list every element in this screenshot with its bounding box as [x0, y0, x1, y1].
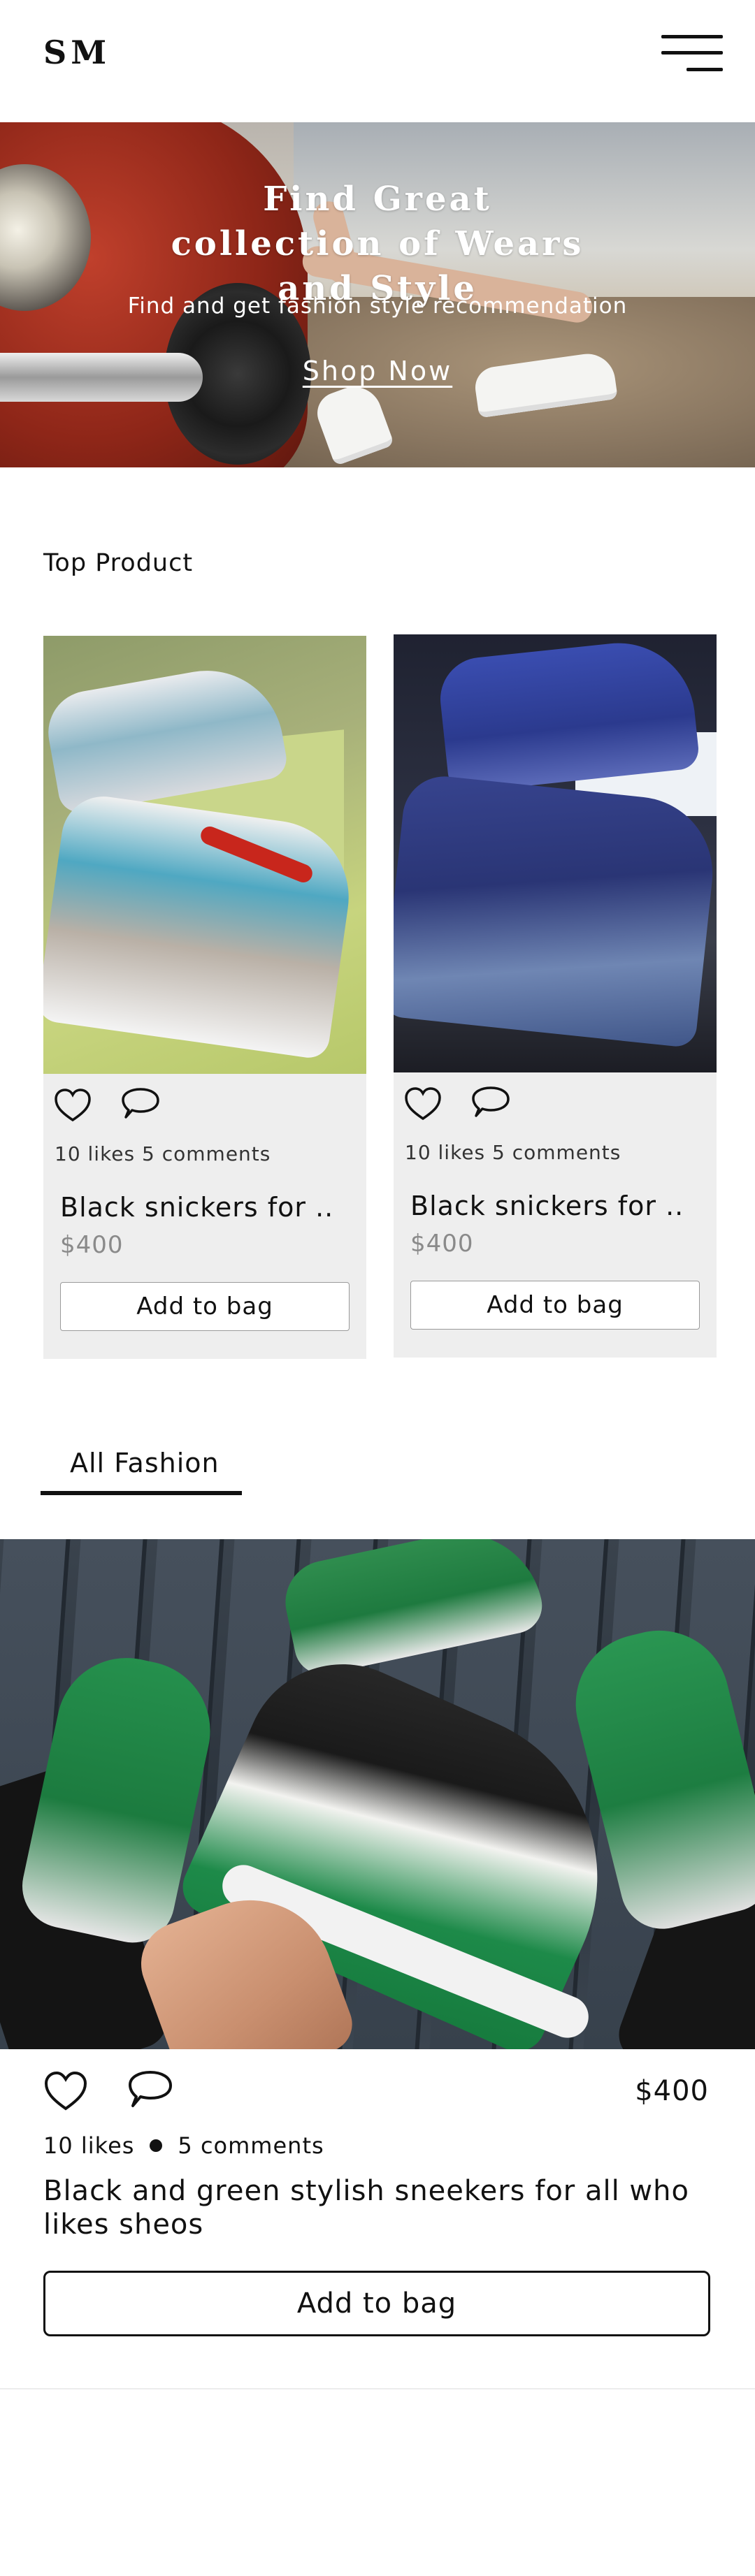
comment-icon[interactable] [470, 1085, 511, 1124]
separator-dot [150, 2139, 163, 2152]
heart-icon[interactable] [53, 1086, 92, 1126]
sneaker-front [394, 772, 717, 1049]
hero-title: Find Great collection of Wears and Style [171, 180, 584, 308]
product-title[interactable]: Black snickers for .. [410, 1191, 684, 1221]
tab-active-underline [41, 1491, 242, 1495]
comments-count: 5 comments [492, 1141, 621, 1164]
header: SM [0, 0, 755, 122]
comment-icon[interactable] [120, 1086, 161, 1126]
likes-comments-count: 10 likes 5 comments [55, 1142, 271, 1165]
add-to-bag-button[interactable]: Add to bag [43, 2271, 710, 2336]
comments-count: 5 comments [142, 1142, 271, 1165]
tab-label: All Fashion [70, 1448, 220, 1478]
product-image[interactable] [394, 634, 717, 1072]
product-price: $400 [60, 1231, 124, 1259]
shop-now-link[interactable]: Shop Now [294, 356, 461, 386]
product-title[interactable]: Black snickers for .. [60, 1192, 333, 1223]
add-to-bag-button[interactable]: Add to bag [410, 1281, 700, 1330]
hamburger-menu-icon[interactable] [659, 32, 723, 77]
sneaker-back [436, 635, 700, 794]
menu-line [661, 51, 723, 54]
likes-count: 10 likes [43, 2132, 135, 2159]
menu-line [686, 68, 723, 71]
likes-count: 10 likes [405, 1141, 486, 1164]
featured-price: $400 [635, 2075, 709, 2107]
featured-product-image[interactable] [0, 1539, 755, 2049]
hero-banner: Find Great collection of Wears and Style… [0, 122, 755, 467]
product-card: 10 likes 5 comments Black snickers for .… [394, 634, 717, 1358]
add-to-bag-button[interactable]: Add to bag [60, 1282, 350, 1331]
divider [0, 2388, 755, 2389]
likes-count: 10 likes [55, 1142, 136, 1165]
featured-likes-comments: 10 likes 5 comments [43, 2132, 324, 2159]
heart-icon[interactable] [43, 2069, 88, 2113]
section-title-top-product: Top Product [43, 549, 194, 577]
tab-all-fashion[interactable]: All Fashion [41, 1439, 242, 1495]
menu-line [661, 35, 723, 38]
heart-icon[interactable] [403, 1085, 443, 1124]
product-price: $400 [410, 1230, 474, 1258]
comments-count: 5 comments [178, 2132, 324, 2159]
comment-icon[interactable] [127, 2069, 173, 2113]
featured-title[interactable]: Black and green stylish sneekers for all… [43, 2174, 714, 2241]
hero-car-bumper [0, 353, 203, 402]
product-card: 10 likes 5 comments Black snickers for .… [43, 636, 366, 1359]
likes-comments-count: 10 likes 5 comments [405, 1141, 621, 1164]
hero-subtitle: Find and get fashion style recommendatio… [127, 293, 628, 319]
logo[interactable]: SM [43, 34, 110, 71]
product-image[interactable] [43, 636, 366, 1074]
